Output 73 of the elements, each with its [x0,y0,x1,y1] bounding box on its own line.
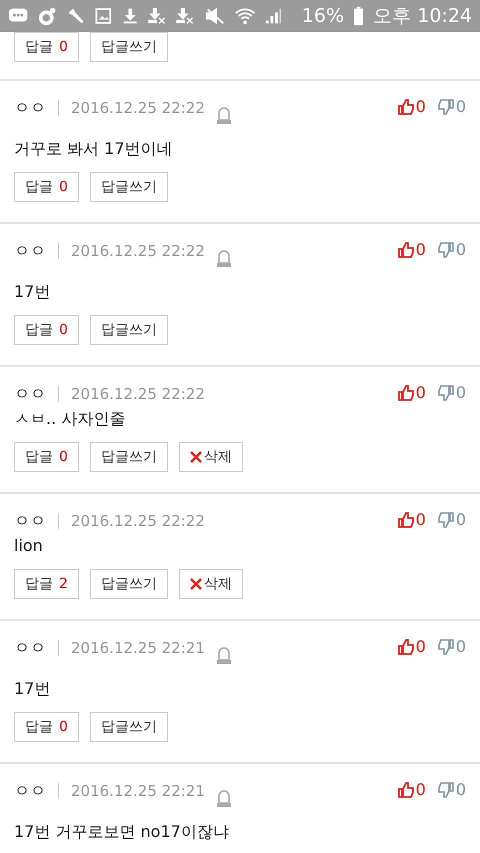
comment-author: ㅇㅇ [14,637,46,659]
thumbs-down-icon [438,782,454,798]
bell-icon [216,646,231,664]
comment-text: 거꾸로 봐서 17번이네 [14,138,174,160]
battery-icon [354,6,364,26]
like-count: 0 [416,96,426,118]
comment-date: 2016.12.25 22:22 [71,384,205,405]
thumbs-down-icon [438,242,454,258]
replies-button[interactable]: 답글 0 [14,442,79,472]
dislike-count: 0 [456,779,466,801]
download-failed-icon [176,7,195,25]
comment-text: lion [14,535,44,557]
replies-button[interactable]: 답글 0 [14,712,79,742]
signal-icon [265,7,282,25]
wifi-icon [235,6,256,26]
delete-button[interactable]: 삭제 [178,569,243,599]
thumbs-up-icon [398,99,414,115]
thumbs-up-icon [398,242,414,258]
replies-button[interactable]: 답글 0 [14,172,79,202]
delete-button[interactable]: 삭제 [178,442,243,472]
image-icon [94,7,112,25]
write-reply-button[interactable]: 답글쓰기 [90,712,168,742]
download-failed-icon [148,7,166,25]
comment-author: ㅇㅇ [14,240,46,262]
replies-button[interactable]: 답글 0 [14,32,79,62]
comment-author: ㅇㅇ [14,383,46,405]
close-icon [190,578,202,590]
bell-icon [216,789,231,807]
close-icon [190,451,202,463]
dislike-count: 0 [456,382,466,404]
replies-button[interactable]: 답글 0 [14,315,79,345]
dislike-count: 0 [456,636,466,658]
dislike-count: 0 [456,239,466,261]
download-icon [122,7,138,25]
write-reply-button[interactable]: 답글쓰기 [90,569,168,599]
write-reply-button[interactable]: 답글쓰기 [90,172,168,202]
battery-percent: 16% [302,5,344,27]
bell-icon [216,249,231,267]
replies-button[interactable]: 답글 2 [14,569,79,599]
comment-author: ㅇㅇ [14,780,46,802]
comment-date: 2016.12.25 22:22 [71,241,205,262]
comment-text: ㅅㅂ.. 사자인줄 [14,408,126,430]
clock: 오후 10:24 [373,4,472,29]
comment-text: 17번 거꾸로보면 no17이잖냐 [14,821,230,843]
like-count: 0 [416,636,426,658]
comment-date: 2016.12.25 22:21 [71,781,205,802]
ring-icon [38,6,57,26]
like-count: 0 [416,509,426,531]
write-reply-button[interactable]: 답글쓰기 [90,32,168,62]
comment-author: ㅇㅇ [14,510,46,532]
thumbs-down-icon [438,99,454,115]
thumbs-up-icon [398,385,414,401]
dislike-count: 0 [456,509,466,531]
thumbs-down-icon [438,385,454,401]
like-count: 0 [416,239,426,261]
dislike-count: 0 [456,96,466,118]
thumbs-down-icon [438,512,454,528]
comment-author: ㅇㅇ [14,97,46,119]
comment-text: 17번 [14,281,52,303]
write-reply-button[interactable]: 답글쓰기 [90,315,168,345]
thumbs-up-icon [398,782,414,798]
thumbs-down-icon [438,639,454,655]
like-count: 0 [416,779,426,801]
comment-date: 2016.12.25 22:22 [71,511,205,532]
comment-date: 2016.12.25 22:22 [71,98,205,119]
thumbs-up-icon [398,512,414,528]
like-count: 0 [416,382,426,404]
muted-speaker-icon [204,7,226,25]
thumbs-up-icon [398,639,414,655]
bell-icon [216,106,231,124]
write-reply-button[interactable]: 답글쓰기 [90,442,168,472]
comment-text: 17번 [14,678,52,700]
comment-date: 2016.12.25 22:21 [71,638,205,659]
